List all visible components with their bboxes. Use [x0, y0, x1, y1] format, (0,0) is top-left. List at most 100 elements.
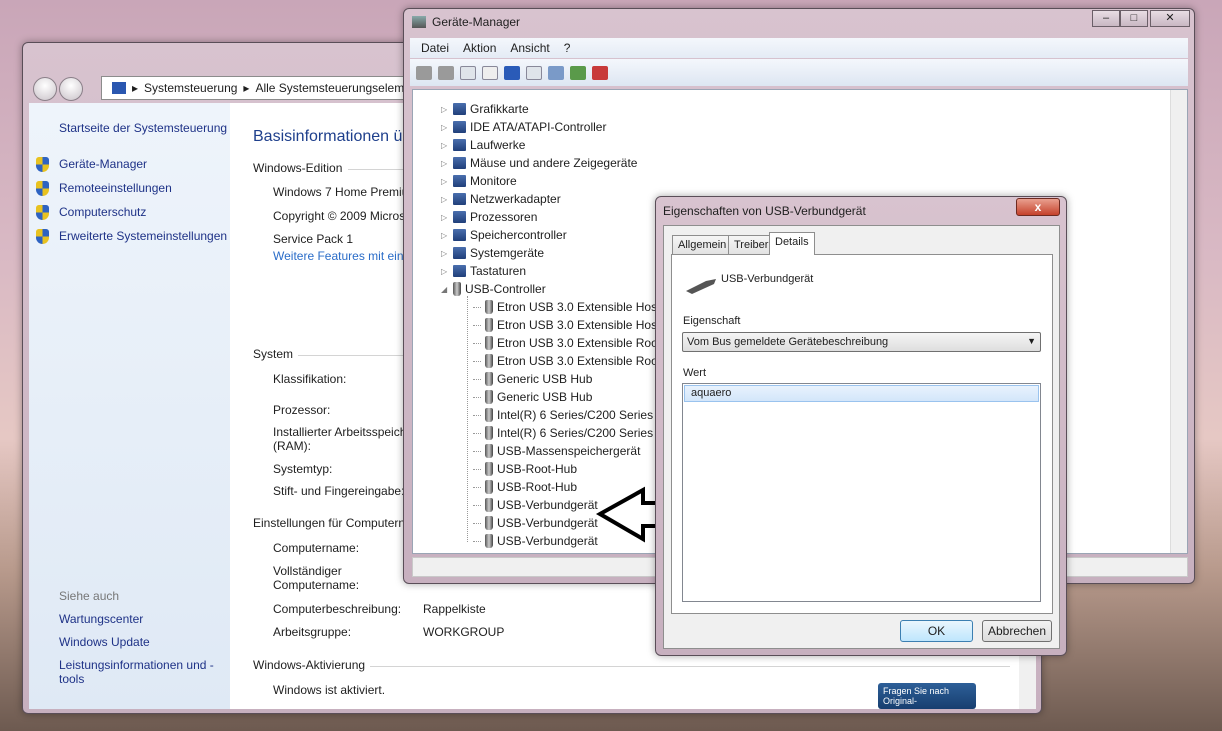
back-button[interactable]	[33, 77, 57, 101]
properties-icon[interactable]	[482, 65, 498, 80]
tree-device-label: Intel(R) 6 Series/C200 Series Ch	[497, 426, 672, 440]
ok-button[interactable]: OK	[900, 620, 973, 642]
tree-device[interactable]: Intel(R) 6 Series/C200 Series Ch	[473, 424, 672, 442]
device-category-icon	[453, 211, 466, 223]
label: Stift- und Fingereingabe:	[273, 484, 405, 498]
tree-device[interactable]: Etron USB 3.0 Extensible Host C	[473, 316, 672, 334]
details-panel: USB-Verbundgerät Eigenschaft Vom Bus gem…	[671, 254, 1053, 614]
tree-category[interactable]: ◢ USB-Controller	[441, 280, 546, 298]
tree-device[interactable]: USB-Root-Hub	[473, 478, 577, 496]
tree-category[interactable]: ▷ Laufwerke	[441, 136, 525, 154]
expand-icon[interactable]: ▷	[441, 231, 449, 240]
expand-icon[interactable]: ▷	[441, 267, 449, 276]
help-icon[interactable]	[504, 65, 520, 80]
advanced-settings-link[interactable]: Erweiterte Systemeinstellungen	[59, 229, 227, 243]
close-button[interactable]: x	[1016, 198, 1060, 216]
scan-hardware-icon[interactable]	[548, 65, 564, 80]
breadcrumb-item[interactable]: Systemsteuerung	[144, 81, 237, 95]
tree-category[interactable]: ▷ Speichercontroller	[441, 226, 567, 244]
uninstall-icon[interactable]	[592, 65, 608, 80]
tree-device[interactable]: Etron USB 3.0 Extensible Root H	[473, 334, 673, 352]
tree-device[interactable]: Generic USB Hub	[473, 388, 592, 406]
usb-icon	[485, 444, 493, 458]
performance-link[interactable]: Leistungsinformationen und -tools	[59, 658, 219, 686]
control-panel-home-link[interactable]: Startseite der Systemsteuerung	[59, 121, 227, 135]
menu-help[interactable]: ?	[564, 41, 571, 55]
tree-device[interactable]: Intel(R) 6 Series/C200 Series Ch	[473, 406, 672, 424]
tree-device[interactable]: USB-Verbundgerät	[473, 514, 598, 532]
tree-category-label: IDE ATA/ATAPI-Controller	[470, 120, 607, 134]
usb-icon	[485, 408, 493, 422]
windows-update-link[interactable]: Windows Update	[59, 635, 150, 649]
close-button[interactable]: ✕	[1150, 10, 1190, 27]
update-driver-icon[interactable]	[570, 65, 586, 80]
label: Computerbeschreibung:	[273, 602, 402, 616]
expand-icon[interactable]: ▷	[441, 159, 449, 168]
properties-dialog: Eigenschaften von USB-Verbundgerät x All…	[655, 196, 1067, 656]
tree-connector	[473, 414, 481, 416]
usb-icon	[485, 300, 493, 314]
tree-category[interactable]: ▷ Systemgeräte	[441, 244, 544, 262]
menu-aktion[interactable]: Aktion	[463, 41, 496, 55]
breadcrumb-item[interactable]: Alle Systemsteuerungseleme	[255, 81, 410, 95]
tree-device[interactable]: Generic USB Hub	[473, 370, 592, 388]
toolbar	[410, 59, 1188, 86]
tree-category[interactable]: ▷ Monitore	[441, 172, 517, 190]
system-protection-link[interactable]: Computerschutz	[59, 205, 146, 219]
expand-icon[interactable]: ▷	[441, 195, 449, 204]
menu-datei[interactable]: Datei	[421, 41, 449, 55]
tree-connector	[473, 450, 481, 452]
tree-category[interactable]: ▷ IDE ATA/ATAPI-Controller	[441, 118, 606, 136]
forward-button[interactable]	[59, 77, 83, 101]
see-also-heading: Siehe auch	[59, 589, 120, 603]
expand-icon[interactable]: ▷	[441, 213, 449, 222]
tree-device[interactable]: Etron USB 3.0 Extensible Root H	[473, 352, 673, 370]
tree-device[interactable]: USB-Verbundgerät	[473, 496, 598, 514]
collapse-icon[interactable]: ◢	[441, 285, 449, 294]
usb-icon	[485, 318, 493, 332]
remote-settings-link[interactable]: Remoteeinstellungen	[59, 181, 172, 195]
device-category-icon	[453, 121, 466, 133]
device-manager-link[interactable]: Geräte-Manager	[59, 157, 147, 171]
forward-arrow-icon[interactable]	[438, 65, 454, 80]
genuine-badge[interactable]: Fragen Sie nach Original-	[878, 683, 976, 709]
action-pane-icon[interactable]	[526, 65, 542, 80]
scrollbar[interactable]	[1170, 90, 1187, 553]
expand-icon[interactable]: ▷	[441, 105, 449, 114]
expand-icon[interactable]: ▷	[441, 123, 449, 132]
menu-ansicht[interactable]: Ansicht	[510, 41, 549, 55]
tree-device[interactable]: USB-Massenspeichergerät	[473, 442, 640, 460]
section-heading: Einstellungen für Computern	[253, 516, 406, 530]
value-item[interactable]: aquaero	[684, 385, 1039, 402]
show-hide-tree-icon[interactable]	[460, 65, 476, 80]
shield-icon	[36, 157, 49, 172]
tree-device[interactable]: Etron USB 3.0 Extensible Host C	[473, 298, 672, 316]
tree-device[interactable]: USB-Root-Hub	[473, 460, 577, 478]
usb-icon	[485, 462, 493, 476]
value-list[interactable]: aquaero	[682, 383, 1041, 602]
tab-details[interactable]: Details	[769, 232, 815, 255]
value-label: Wert	[683, 367, 707, 379]
cancel-button[interactable]: Abbrechen	[982, 620, 1052, 642]
more-features-link[interactable]: Weitere Features mit eine	[273, 249, 410, 263]
expand-icon[interactable]: ▷	[441, 177, 449, 186]
tree-category[interactable]: ▷ Prozessoren	[441, 208, 537, 226]
minimize-button[interactable]: –	[1092, 10, 1120, 27]
back-arrow-icon[interactable]	[416, 65, 432, 80]
expand-icon[interactable]: ▷	[441, 249, 449, 258]
tree-category-label: Grafikkarte	[470, 102, 529, 116]
usb-icon	[485, 390, 493, 404]
tree-category[interactable]: ▷ Tastaturen	[441, 262, 526, 280]
tree-category[interactable]: ▷ Netzwerkadapter	[441, 190, 561, 208]
maximize-button[interactable]: □	[1120, 10, 1148, 27]
property-select[interactable]: Vom Bus gemeldete Gerätebeschreibung ▼	[682, 332, 1041, 352]
tree-category[interactable]: ▷ Grafikkarte	[441, 100, 529, 118]
tree-category[interactable]: ▷ Mäuse und andere Zeigegeräte	[441, 154, 637, 172]
tab-treiber[interactable]: Treiber	[728, 235, 775, 255]
tree-device[interactable]: USB-Verbundgerät	[473, 532, 598, 550]
action-center-link[interactable]: Wartungscenter	[59, 612, 143, 626]
tab-allgemein[interactable]: Allgemein	[672, 235, 733, 255]
tree-connector	[473, 468, 481, 470]
expand-icon[interactable]: ▷	[441, 141, 449, 150]
edition-name: Windows 7 Home Premiu	[273, 185, 409, 199]
